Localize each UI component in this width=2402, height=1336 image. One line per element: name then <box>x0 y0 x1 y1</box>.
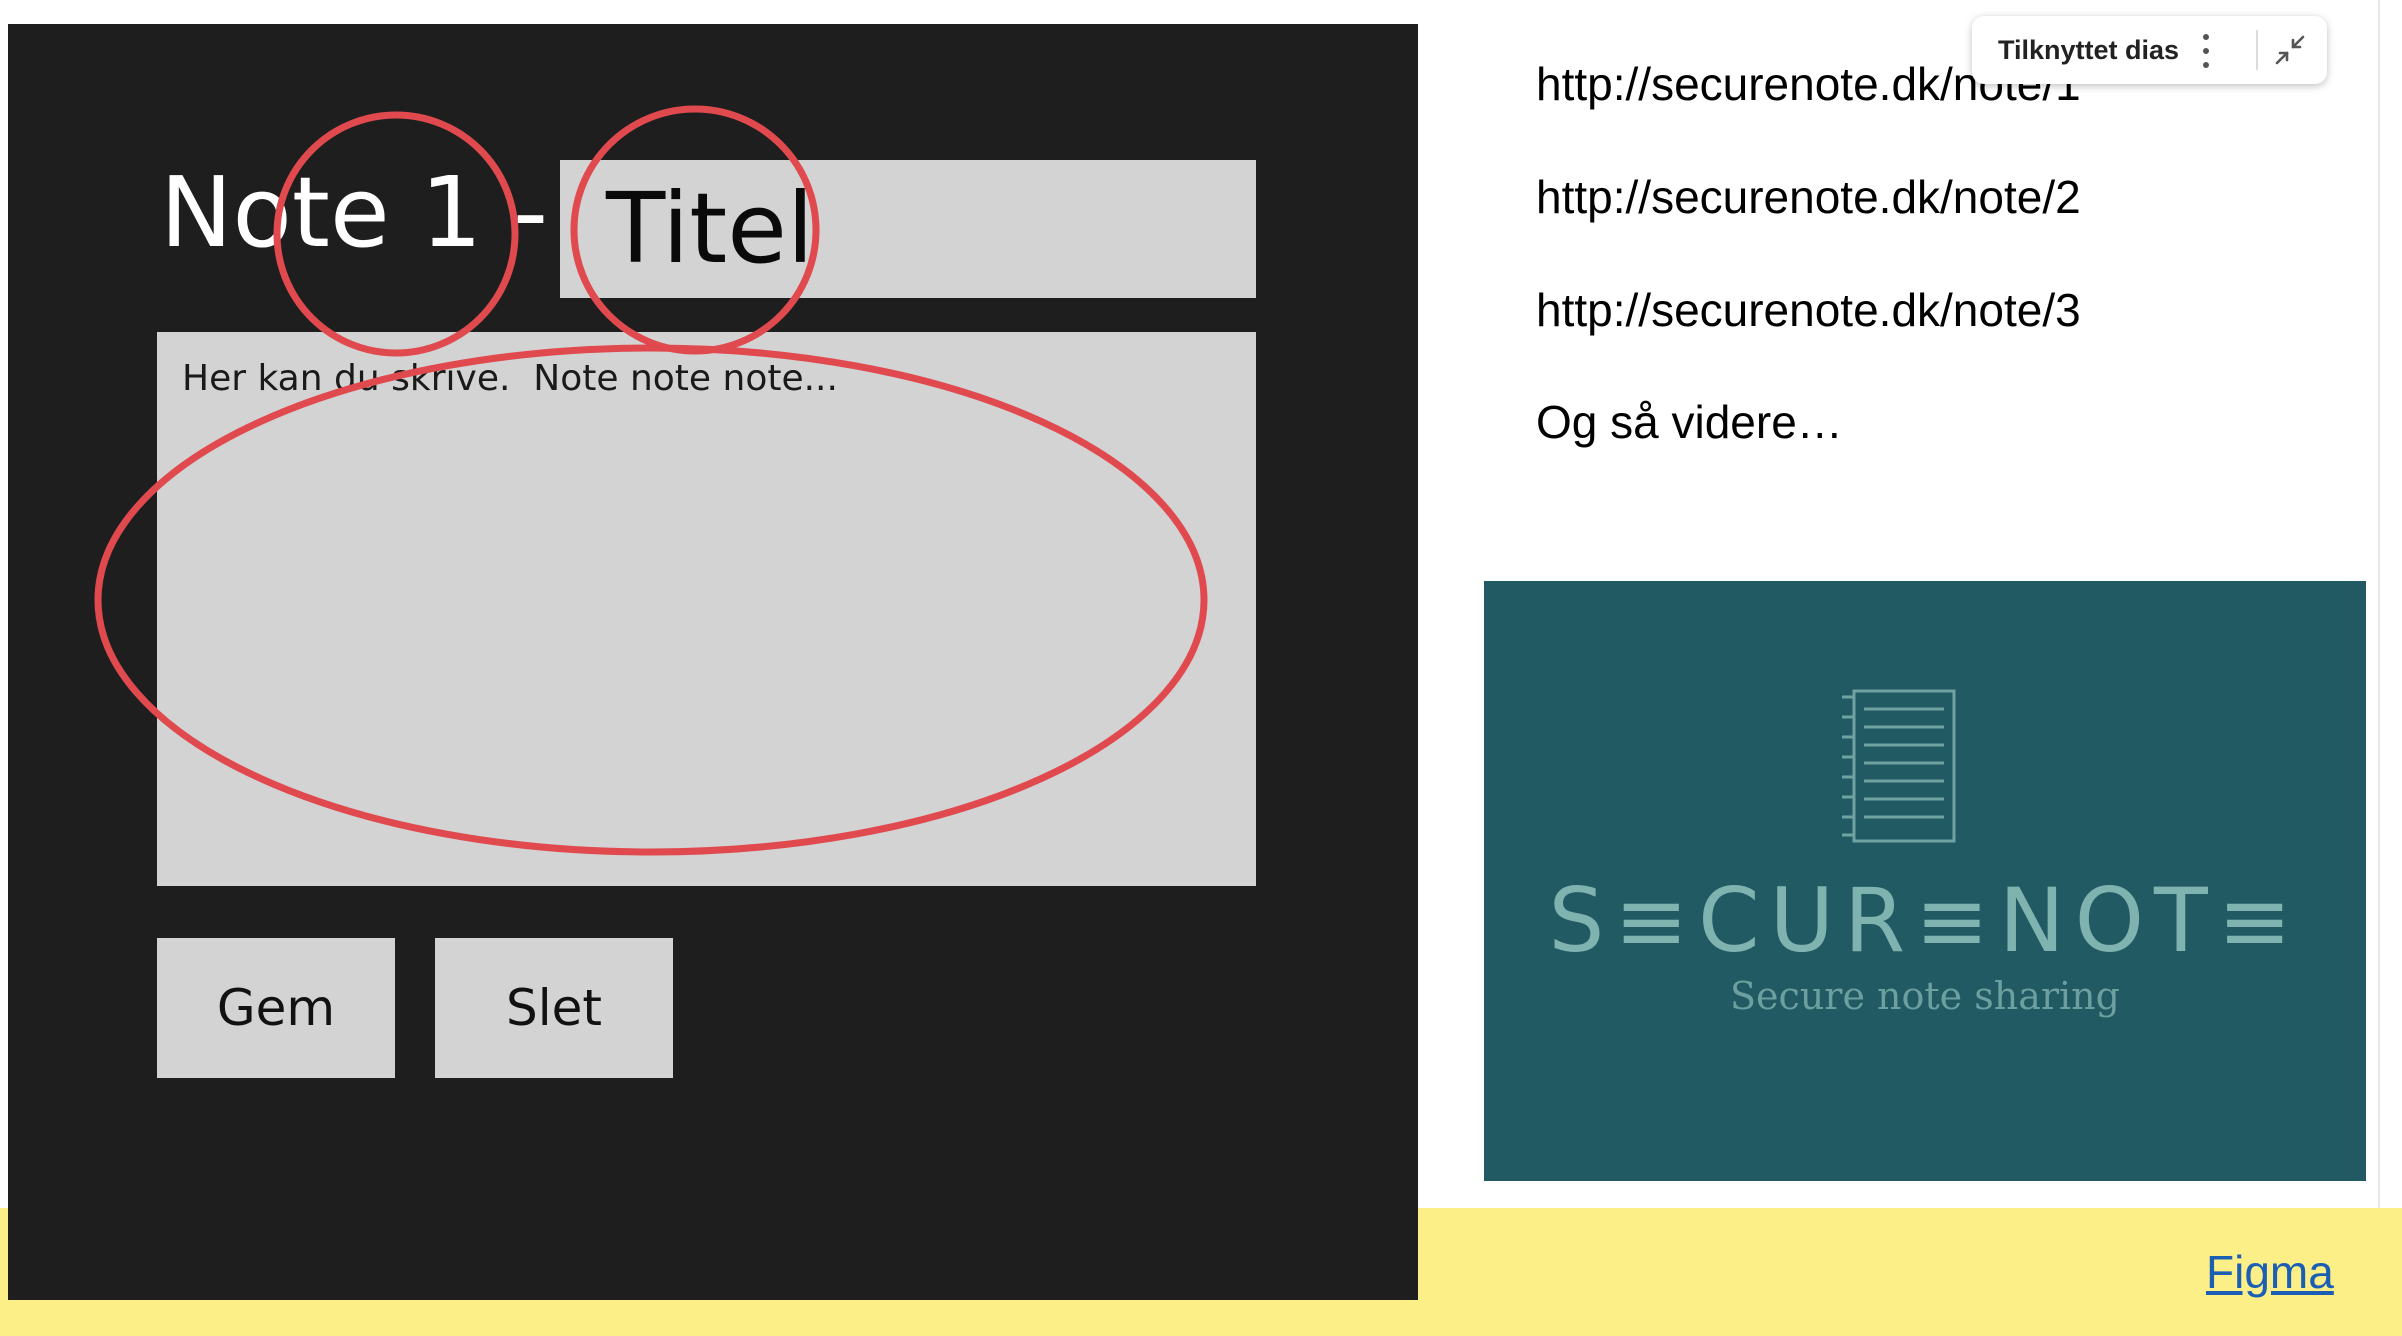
linked-slide-label: Tilknyttet dias <box>1998 34 2180 65</box>
note-body-textarea[interactable]: Her kan du skrive. Note note note... <box>157 332 1256 886</box>
logo-tagline: Secure note sharing <box>1730 974 2120 1018</box>
collapse-icon[interactable] <box>2272 32 2308 68</box>
delete-button[interactable]: Slet <box>435 938 673 1078</box>
note-url-3: http://securenote.dk/note/3 <box>1536 284 2081 336</box>
securenote-logo-panel: S≡CUR≡NOT≡ Secure note sharing <box>1484 581 2366 1181</box>
linked-slide-popup: Tilknyttet dias <box>1972 16 2327 84</box>
and-so-on-text: Og så videre… <box>1536 396 1843 448</box>
save-button[interactable]: Gem <box>157 938 395 1078</box>
popup-divider <box>2256 30 2258 70</box>
note-url-2: http://securenote.dk/note/2 <box>1536 171 2081 223</box>
logo-wordmark: S≡CUR≡NOT≡ <box>1548 869 2302 972</box>
title-input[interactable]: Titel <box>560 160 1256 298</box>
note-heading: Note 1 - <box>160 156 548 269</box>
more-vertical-icon[interactable] <box>2200 34 2212 68</box>
slide-edge <box>2378 0 2380 1208</box>
figma-link[interactable]: Figma <box>2206 1245 2334 1299</box>
note-app-mockup: Note 1 - Titel Her kan du skrive. Note n… <box>8 24 1418 1300</box>
